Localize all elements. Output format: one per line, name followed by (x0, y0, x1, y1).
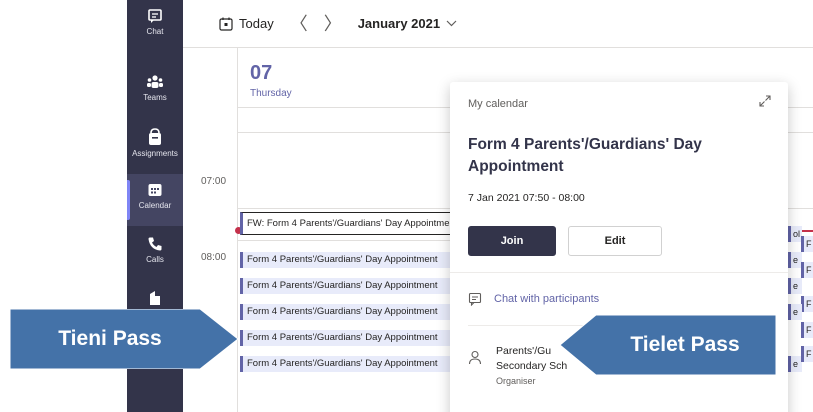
organiser-org: Secondary Sch (496, 360, 568, 372)
organiser-name: Parents'/Gu (496, 345, 552, 357)
event-stub[interactable]: e (788, 356, 802, 372)
callout-right-label: Tielet Pass (630, 333, 740, 356)
event-stub[interactable]: e (788, 252, 802, 268)
event-stub[interactable]: F (801, 262, 813, 278)
rail-item-calendar[interactable]: Calendar (127, 174, 183, 226)
rail-label-calendar: Calendar (138, 201, 172, 210)
today-button[interactable]: Today (219, 16, 274, 31)
expand-icon[interactable] (758, 94, 772, 108)
today-label: Today (239, 16, 274, 31)
assignments-icon (149, 128, 161, 145)
chat-icon (148, 9, 162, 23)
callout-right: Tielet Pass (558, 315, 778, 375)
time-label-0800: 08:00 (201, 252, 227, 263)
chat-icon (468, 292, 482, 306)
previous-arrow-icon[interactable]: 〈 (290, 15, 308, 33)
callout-left-label: Tieni Pass (58, 327, 162, 350)
today-calendar-icon (219, 17, 233, 31)
chat-label: Chat with participants (494, 293, 600, 305)
rail-label-calls: Calls (146, 255, 164, 264)
event-stub[interactable]: e (788, 304, 802, 320)
calendar-toolbar: Today 〈 〉 January 2021 (183, 0, 813, 48)
rail-label-chat: Chat (146, 27, 164, 36)
person-icon (468, 350, 482, 365)
chat-with-participants-link[interactable]: Chat with participants (468, 292, 599, 306)
calls-icon (148, 237, 162, 251)
event-stub[interactable]: F (801, 236, 813, 252)
rail-item-calls[interactable]: Calls (127, 228, 183, 280)
day-name: Thursday (250, 88, 292, 99)
rail-item-chat[interactable]: Chat (127, 0, 183, 52)
organiser-row: Parents'/Gu Secondary Sch Organiser (468, 344, 567, 386)
event-time: 7 Jan 2021 07:50 - 08:00 (468, 192, 585, 204)
event-stub[interactable]: ol (788, 226, 802, 242)
rail-label-teams: Teams (143, 93, 167, 102)
event-stub[interactable]: F (801, 296, 813, 312)
divider (450, 272, 788, 273)
month-picker[interactable]: January 2021 (358, 16, 457, 31)
time-gutter-header (183, 48, 238, 108)
rail-item-teams[interactable]: Teams (127, 66, 183, 118)
callout-left: Tieni Pass (10, 309, 240, 369)
chevron-down-icon (446, 20, 457, 27)
event-stub[interactable]: F (801, 322, 813, 338)
teams-icon (147, 75, 163, 88)
calendar-icon (148, 184, 162, 196)
event-title: Form 4 Parents'/Guardians' Day Appointme… (468, 136, 702, 175)
rail-item-assignments[interactable]: Assignments (127, 120, 183, 172)
event-stub[interactable]: e (788, 278, 802, 294)
files-icon (150, 291, 160, 305)
organiser-role: Organiser (496, 376, 536, 386)
rail-label-assignments: Assignments (132, 149, 178, 158)
day-number: 07 (250, 62, 273, 84)
next-arrow-icon[interactable]: 〉 (324, 15, 342, 33)
event-stub[interactable]: F (801, 346, 813, 362)
join-button[interactable]: Join (468, 226, 556, 256)
edit-button[interactable]: Edit (568, 226, 662, 256)
time-label-0700: 07:00 (201, 176, 227, 187)
calendar-name: My calendar (468, 98, 528, 110)
month-label: January 2021 (357, 16, 441, 31)
